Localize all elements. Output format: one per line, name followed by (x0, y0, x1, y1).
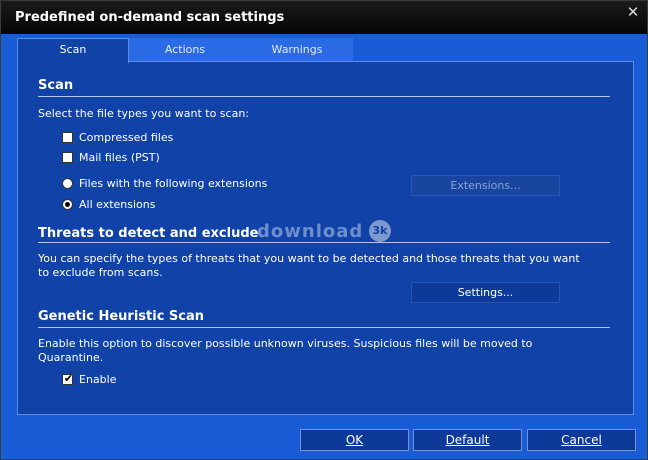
cancel-button-label: Cancel (561, 433, 602, 447)
all-extensions-label[interactable]: All extensions (79, 198, 156, 212)
cancel-button[interactable]: Cancel (527, 429, 636, 451)
heuristic-section-title: Genetic Heuristic Scan (38, 309, 205, 324)
tab-actions[interactable]: Actions (129, 38, 241, 62)
scan-section-divider (38, 96, 610, 97)
scan-description: Select the file types you want to scan: (38, 107, 249, 120)
dialog-window: Predefined on-demand scan settings ✕ Sca… (0, 0, 648, 460)
mail-files-label[interactable]: Mail files (PST) (79, 151, 160, 165)
threats-section-divider (38, 242, 610, 243)
heuristic-section-divider (38, 327, 610, 328)
heuristic-description-line1: Enable this option to discover possible … (38, 337, 533, 350)
threats-section-title: Threats to detect and exclude (38, 226, 259, 241)
compressed-files-label[interactable]: Compressed files (79, 131, 173, 145)
tab-warnings[interactable]: Warnings (241, 38, 353, 62)
enable-heuristic-label[interactable]: Enable (79, 373, 116, 387)
mail-files-checkbox[interactable] (62, 152, 73, 163)
checkmark-icon: ✔ (63, 372, 74, 385)
heuristic-description-line2: Quarantine. (38, 351, 104, 364)
window-title: Predefined on-demand scan settings (15, 10, 285, 25)
compressed-files-checkbox[interactable] (62, 132, 73, 143)
close-icon[interactable]: ✕ (625, 4, 641, 20)
ok-button-label: OK (345, 433, 364, 447)
scan-section-title: Scan (38, 78, 74, 93)
extensions-radio[interactable] (62, 178, 73, 189)
tab-warnings-label: Warnings (271, 43, 323, 56)
enable-heuristic-checkbox[interactable]: ✔ (62, 372, 74, 385)
default-button-label: Default (445, 433, 490, 447)
all-extensions-radio[interactable] (62, 199, 73, 210)
ok-button[interactable]: OK (300, 429, 409, 451)
threats-description-line2: to exclude from scans. (38, 266, 163, 279)
tab-scan[interactable]: Scan (17, 38, 129, 63)
extensions-radio-label[interactable]: Files with the following extensions (79, 177, 267, 191)
watermark-badge: 3k (369, 220, 391, 242)
watermark-logo: download (257, 221, 364, 242)
tab-actions-label: Actions (164, 43, 206, 56)
default-button[interactable]: Default (413, 429, 522, 451)
tab-scan-label: Scan (59, 43, 87, 56)
radio-selected-dot (65, 202, 70, 207)
threats-description-line1: You can specify the types of threats tha… (38, 252, 580, 265)
title-bar[interactable]: Predefined on-demand scan settings ✕ (1, 1, 647, 34)
extensions-button[interactable]: Extensions... (411, 175, 560, 196)
threat-settings-button[interactable]: Settings... (411, 282, 560, 303)
